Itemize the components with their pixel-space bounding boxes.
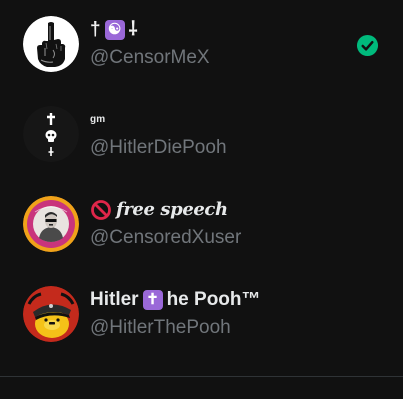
bottom-divider [0, 376, 403, 377]
avatar [23, 106, 79, 162]
account-row-censormex[interactable]: † ☯ ⸸ @CensorMeX [0, 0, 403, 90]
account-handle: @HitlerDiePooh [90, 137, 227, 158]
dagger-glyph: † [90, 19, 101, 40]
pooh-bear-with-cap-icon [23, 286, 79, 342]
display-name: Hitler ✝ he Pooh™ [90, 288, 261, 312]
account-row-censoredxuser[interactable]: free speech @CensoredXuser [0, 180, 403, 270]
avatar [23, 16, 79, 72]
middle-finger-hand-icon [23, 16, 79, 72]
display-name: free speech [90, 198, 228, 222]
latin-cross-icon: ✝ [142, 290, 163, 310]
account-handle: @CensorMeX [90, 47, 210, 68]
display-name-text: free speech [116, 199, 228, 220]
prohibited-icon [90, 199, 112, 221]
account-switcher-list: † ☯ ⸸ @CensorMeX gm @HitlerDiePooh free … [0, 0, 403, 376]
display-name-text: gm [90, 114, 106, 125]
display-name: gm [90, 108, 105, 132]
cross-skull-cross-icon [23, 106, 79, 162]
display-name: † ☯ ⸸ [90, 18, 138, 42]
censored-portrait-icon [23, 196, 79, 252]
yin-yang-icon: ☯ [104, 20, 125, 40]
account-handle: @HitlerThePooh [90, 317, 231, 338]
account-handle: @CensoredXuser [90, 227, 242, 248]
display-name-prefix: Hitler [90, 289, 139, 310]
account-row-hitlerthepooh[interactable]: Hitler ✝ he Pooh™ @HitlerThePooh [0, 270, 403, 360]
check-icon [356, 34, 379, 57]
avatar [23, 196, 79, 252]
account-row-hitlerdiepooh[interactable]: gm @HitlerDiePooh [0, 90, 403, 180]
display-name-suffix: he Pooh™ [166, 289, 261, 310]
inverted-cross-glyph: ⸸ [128, 19, 138, 40]
avatar [23, 286, 79, 342]
